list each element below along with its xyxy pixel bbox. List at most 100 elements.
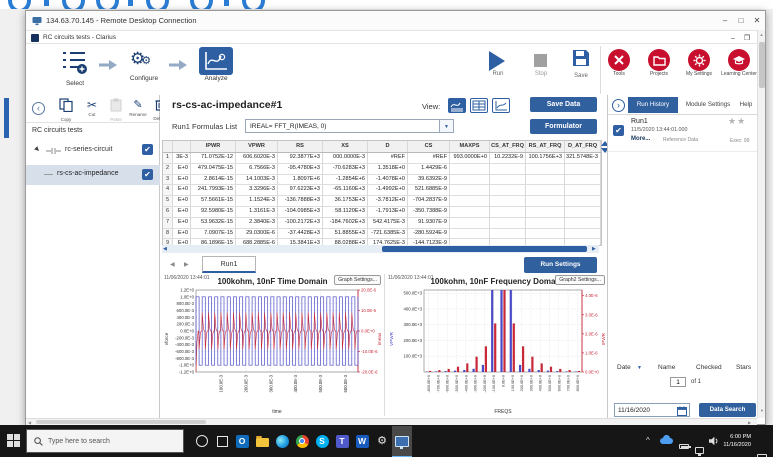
star-rating-icon[interactable]: ★★ [728,116,746,127]
taskbar-app-task-view-icon[interactable] [212,426,232,456]
network-icon[interactable] [695,447,704,454]
frequency-domain-chart[interactable]: 11/06/2020 13:44:01 100kohm, 10nF Freque… [386,274,607,416]
hscroll-thumb[interactable] [382,246,587,252]
tree-expander-icon[interactable]: ▶ [33,145,41,153]
taskbar-app-file-explorer-icon[interactable] [252,426,272,456]
window-vscrollbar[interactable]: ▲ ▼ [757,30,765,418]
page-number-input[interactable] [670,377,686,387]
table-row[interactable]: 4E+0241.7993E-153.3296E-397.6223E+3-65.1… [163,185,601,196]
volume-icon[interactable] [709,436,719,446]
tree-item-checkbox[interactable]: ✔ [142,144,153,155]
workflow-step-analyze[interactable]: Analyze [194,47,238,93]
run-button[interactable]: Run [481,51,515,91]
table-hscrollbar[interactable]: ◀ ▶ [162,245,599,253]
tab-scroll-left-icon[interactable]: ◀ [170,261,175,268]
scroll-right-icon[interactable]: ▶ [592,246,596,252]
table-row[interactable]: 7E+053.9632E-152.3840E-3-100.2172E+3-184… [163,218,601,229]
time-domain-chart[interactable]: 11/06/2020 13:44:01 100kohm, 10nF Time D… [162,274,383,416]
start-button[interactable] [7,434,20,447]
workflow-step-configure[interactable]: ⚙⚙ Configure [122,49,166,93]
workflow-step-select[interactable]: Select [53,49,97,93]
view-combined-button[interactable] [448,98,466,113]
graph1-settings-button[interactable]: Graph Settings... [334,275,381,285]
tree-item-rc-series-circuit[interactable]: ▶ rc-series-circuit ✔ [26,141,160,161]
window-hscroll-thumb[interactable] [36,420,206,424]
column-header-RS_AT_FRQ[interactable]: RS_AT_FRQ [526,141,565,152]
taskbar-app-cortana-icon[interactable] [192,426,212,456]
tree-item-rs-cs-ac-impedance[interactable]: rs-cs-ac-impedance ✔ [26,165,160,185]
vscroll-thumb[interactable] [759,42,765,88]
tray-expand-icon[interactable]: ^ [646,436,650,445]
column-header-D[interactable]: D [368,141,408,152]
search-input[interactable]: Type here to search [26,429,184,453]
filter-col-name[interactable]: Name [658,364,675,371]
column-header-blank[interactable] [163,141,173,152]
table-row[interactable]: 8E+07.0907E-1529.0300E-6-37.4428E+351.88… [163,229,601,240]
column-header-blank[interactable] [173,141,191,152]
rename-button[interactable]: ✎ Rename [126,98,150,117]
formula-dropdown-button[interactable]: ▼ [440,119,454,133]
tab-run-history[interactable]: Run History [628,97,678,113]
calendar-icon[interactable] [677,406,687,416]
nav-my-settings[interactable]: My Settings [677,49,721,93]
date-filter-icon[interactable]: ▼ [637,365,642,371]
graph2-settings-button[interactable]: Graph2 Settings... [555,275,605,285]
nav-learning-center[interactable]: Learning Center [717,49,761,93]
tree-item-checkbox[interactable]: ✔ [142,169,153,180]
tab-help[interactable]: Help [736,97,756,113]
table-row[interactable]: 13E-371.0752E-12606.6020E-392.3877E+3000… [163,153,601,164]
view-sheet-button[interactable] [470,98,488,113]
save-data-button[interactable]: Save Data [530,97,597,112]
run-history-entry[interactable]: ✔ Run1 11/5/2020 13:44:01.000 More... Re… [608,116,757,150]
nav-tools[interactable]: Tools [597,49,641,93]
data-search-button[interactable]: Data Search [699,403,756,417]
run-settings-button[interactable]: Run Settings [524,257,597,273]
table-row[interactable]: 5E+057.5661E-151.1524E-3-136.7888E+336.1… [163,196,601,207]
scroll-left-icon[interactable]: ◀ [163,246,167,252]
taskbar-app-teams-icon[interactable]: T [332,426,352,456]
rdp-maximize-button[interactable]: □ [734,14,748,27]
table-row[interactable]: 6E+092.5980E-151.3161E-3-104.0985E+358.1… [163,207,601,218]
vscroll-down-icon[interactable]: ▼ [758,408,766,413]
table-row[interactable]: 2E+0479.0475E-156.7566E-3-95.4780E+3-70.… [163,164,601,175]
filter-col-date[interactable]: Date [617,364,631,371]
formula-input[interactable]: IREAL= FFT_R(IMEAS, 0) [245,119,440,133]
run-entry-checkbox[interactable]: ✔ [613,125,624,136]
rdp-close-button[interactable]: ✕ [750,14,764,27]
collapse-panel-button[interactable]: › [612,99,625,112]
taskbar-app-edge-icon[interactable] [272,426,292,456]
vscroll-up-icon[interactable]: ▲ [758,32,765,37]
tab-run1[interactable]: Run1 [202,256,256,273]
taskbar-clock[interactable]: 6:00 PM 11/16/2020 [719,433,751,449]
stop-button[interactable]: Stop [524,51,558,91]
onedrive-cloud-icon[interactable] [660,438,673,444]
taskbar-app-word-icon[interactable]: W [352,426,372,456]
copy-button[interactable]: Copy [54,98,78,122]
back-button[interactable]: ‹ [32,102,45,115]
view-graph-button[interactable] [492,98,510,113]
column-header-IPWR[interactable]: IPWR [191,141,236,152]
taskbar-app-outlook-icon[interactable]: O [232,426,252,456]
column-header-CS_AT_FRQ[interactable]: CS_AT_FRQ [490,141,526,152]
paste-button[interactable]: Paste [104,98,128,122]
save-button[interactable]: Save [564,49,598,91]
date-search-field[interactable]: 11/16/2020 [614,403,690,417]
filter-col-stars[interactable]: Stars [736,364,751,371]
filter-col-checked[interactable]: Checked [696,364,722,371]
column-header-MAXPS[interactable]: MAXPS [450,141,490,152]
tab-module-settings[interactable]: Module Settings [680,97,736,113]
cut-button[interactable]: ✂ Cut [80,98,104,117]
more-link[interactable]: More... [631,136,650,142]
window-hscrollbar[interactable]: ◀ ▶ [26,418,757,425]
taskbar-app-skype-icon[interactable]: S [312,426,332,456]
battery-icon[interactable] [679,444,689,449]
taskbar-app-chrome-icon[interactable] [292,426,312,456]
table-row[interactable]: 3E+02.8614E-1514.1003E-31.8097E+6-1.2854… [163,175,601,186]
rdp-minimize-button[interactable]: – [718,14,732,27]
taskbar-app-settings-icon[interactable]: ⚙ [372,426,392,456]
taskbar-app-remote-desktop-icon[interactable] [392,426,412,457]
column-header-XS[interactable]: XS [323,141,368,152]
nav-projects[interactable]: Projects [637,49,681,93]
column-header-CS[interactable]: CS [408,141,450,152]
tab-scroll-right-icon[interactable]: ▶ [184,261,189,268]
